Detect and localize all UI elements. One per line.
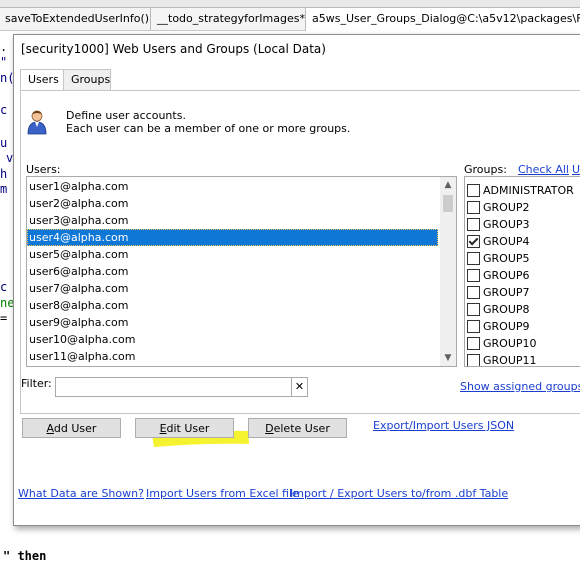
users-scrollbar[interactable]: ▲ ▼: [440, 177, 456, 366]
code-fragment: ": [0, 55, 8, 69]
user-row[interactable]: user1@alpha.com: [27, 178, 438, 195]
group-checkbox[interactable]: [467, 201, 480, 214]
group-name: GROUP6: [483, 269, 530, 282]
delete-user-label: elete User: [273, 422, 330, 435]
description-line-2: Each user can be a member of one or more…: [66, 122, 351, 135]
import-export-dbf-link[interactable]: Import / Export Users to/from .dbf Table: [290, 487, 508, 500]
user-account-icon: [27, 110, 47, 135]
group-row[interactable]: GROUP6: [465, 267, 580, 284]
filter-label: Filter:: [21, 377, 52, 390]
code-fragment: h: [0, 167, 8, 181]
users-groups-dialog: [security1000] Web Users and Groups (Loc…: [13, 34, 580, 526]
code-fragment: m: [0, 182, 8, 196]
group-row[interactable]: GROUP7: [465, 284, 580, 301]
user-row[interactable]: user8@alpha.com: [27, 297, 438, 314]
show-assigned-groups-link[interactable]: Show assigned groups: [460, 380, 580, 393]
group-checkbox[interactable]: [467, 252, 480, 265]
tab-groups[interactable]: Groups: [63, 69, 111, 90]
editor-tab-save-extended[interactable]: saveToExtendedUserInfo(): [0, 7, 152, 30]
users-listbox[interactable]: user1@alpha.com user2@alpha.com user3@alph…: [26, 176, 457, 367]
user-row[interactable]: user7@alpha.com: [27, 280, 438, 297]
user-row[interactable]: user6@alpha.com: [27, 263, 438, 280]
group-name: GROUP7: [483, 286, 530, 299]
user-row[interactable]: user4@alpha.com: [27, 229, 438, 246]
group-checkbox[interactable]: [467, 354, 480, 366]
users-rows: user1@alpha.com user2@alpha.com user3@alph…: [27, 177, 438, 365]
user-row[interactable]: user2@alpha.com: [27, 195, 438, 212]
group-row[interactable]: GROUP9: [465, 318, 580, 335]
group-name: GROUP9: [483, 320, 530, 333]
scroll-up-icon[interactable]: ▲: [440, 177, 456, 193]
group-row[interactable]: ADMINISTRATOR: [465, 182, 580, 199]
filter-input[interactable]: [55, 377, 307, 397]
group-row[interactable]: GROUP5: [465, 250, 580, 267]
delete-user-accelerator: D: [265, 422, 274, 435]
group-checkbox[interactable]: [467, 337, 480, 350]
edit-user-label: dit User: [166, 422, 210, 435]
code-fragment: =: [0, 311, 8, 325]
user-row[interactable]: user3@alpha.com: [27, 212, 438, 229]
user-row[interactable]: user11@alpha.com: [27, 348, 438, 365]
users-label: Users:: [26, 163, 61, 176]
editor-tab-users-groups-dialog[interactable]: a5ws_User_Groups_Dialog@C:\a5v12\package…: [305, 7, 580, 31]
group-checkbox[interactable]: [467, 320, 480, 333]
scroll-down-icon[interactable]: ▼: [440, 350, 456, 366]
group-row[interactable]: GROUP4: [465, 233, 580, 250]
export-import-json-link[interactable]: Export/Import Users JSON: [373, 419, 514, 432]
group-name: GROUP5: [483, 252, 530, 265]
scrollbar-thumb[interactable]: [443, 195, 453, 212]
group-row[interactable]: GROUP3: [465, 216, 580, 233]
group-checkbox[interactable]: [467, 269, 480, 282]
editor-tab-strip: saveToExtendedUserInfo() __todo_strategy…: [0, 0, 580, 31]
edit-user-button[interactable]: Edit User: [135, 418, 234, 438]
dialog-title: [security1000] Web Users and Groups (Loc…: [21, 42, 326, 56]
group-name: GROUP8: [483, 303, 530, 316]
groups-label: Groups:: [464, 163, 507, 176]
code-fragment: .: [0, 40, 8, 54]
editor-tab-todo-strategy[interactable]: __todo_strategyforImages*: [150, 7, 310, 30]
add-user-label: dd User: [53, 422, 97, 435]
group-name: GROUP11: [483, 354, 537, 367]
code-fragment: u: [0, 136, 8, 150]
group-row[interactable]: GROUP10: [465, 335, 580, 352]
tab-users[interactable]: Users: [20, 69, 64, 92]
group-checkbox[interactable]: [467, 303, 480, 316]
group-row[interactable]: GROUP8: [465, 301, 580, 318]
uncheck-all-link[interactable]: U: [572, 163, 580, 176]
editor-tab-label: __todo_strategyforImages*: [157, 12, 305, 25]
add-user-button[interactable]: Add User: [22, 418, 121, 438]
group-checkbox[interactable]: [467, 286, 480, 299]
user-row[interactable]: user5@alpha.com: [27, 246, 438, 263]
code-line-then: " then: [3, 549, 47, 563]
group-name: GROUP3: [483, 218, 530, 231]
group-name: GROUP2: [483, 201, 530, 214]
group-checkbox[interactable]: [467, 184, 480, 197]
delete-user-button[interactable]: Delete User: [248, 418, 347, 438]
description-line-1: Define user accounts.: [66, 109, 186, 122]
tab-groups-label: Groups: [71, 73, 111, 86]
group-row[interactable]: GROUP2: [465, 199, 580, 216]
group-name: GROUP10: [483, 337, 537, 350]
group-row[interactable]: GROUP11: [465, 352, 580, 367]
check-all-link[interactable]: Check All: [518, 163, 569, 176]
editor-tab-label: a5ws_User_Groups_Dialog@C:\a5v12\package…: [312, 12, 580, 25]
clear-filter-icon[interactable]: ✕: [291, 377, 308, 397]
edit-user-accelerator: E: [159, 422, 167, 435]
user-row[interactable]: user9@alpha.com: [27, 314, 438, 331]
what-data-link[interactable]: What Data are Shown?: [18, 487, 144, 500]
tab-users-label: Users: [28, 73, 59, 86]
add-user-accelerator: A: [46, 422, 54, 435]
import-excel-link[interactable]: Import Users from Excel file: [146, 487, 299, 500]
group-name: GROUP4: [483, 235, 530, 248]
editor-tab-label: saveToExtendedUserInfo(): [5, 12, 150, 25]
group-name: ADMINISTRATOR: [483, 184, 574, 197]
code-fragment: c: [0, 280, 8, 294]
code-fragment: c: [0, 103, 8, 117]
group-checkbox[interactable]: [467, 218, 480, 231]
user-row[interactable]: user10@alpha.com: [27, 331, 438, 348]
group-rows: ADMINISTRATOR GROUP2 GROUP3 GROUP4 GROUP5 GRO…: [465, 177, 580, 367]
group-checkbox[interactable]: [467, 235, 480, 248]
groups-listbox[interactable]: ADMINISTRATOR GROUP2 GROUP3 GROUP4 GROUP5 GRO…: [464, 176, 580, 367]
